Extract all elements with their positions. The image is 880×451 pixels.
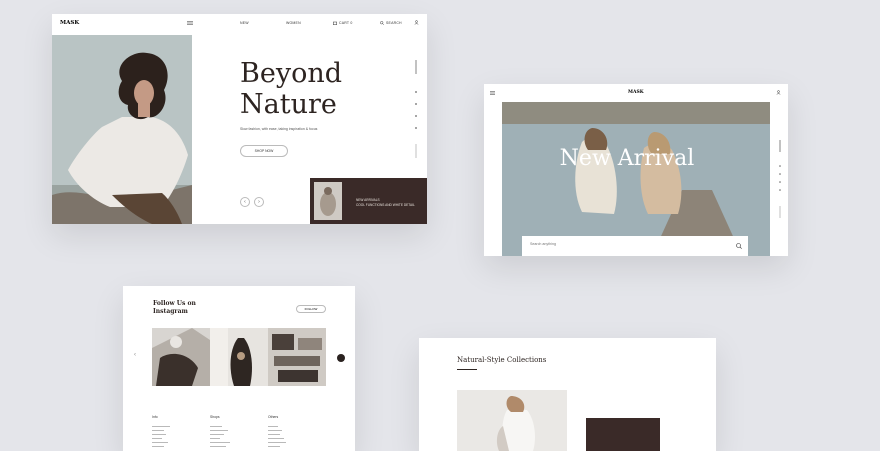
instagram-section-preview: Follow Us on Instagram FOLLOW ‹ Info Sho… <box>123 286 355 451</box>
search-icon[interactable] <box>736 243 742 249</box>
footer-col-shops-heading: Shops <box>210 415 220 419</box>
hero-photo <box>52 35 192 224</box>
slide-indicator <box>778 140 782 225</box>
footer-link[interactable] <box>210 442 230 444</box>
footer-link[interactable] <box>210 426 222 428</box>
footer-link[interactable] <box>268 430 282 432</box>
promo-image <box>314 182 342 220</box>
footer-link[interactable] <box>210 446 226 448</box>
new-arrival-title: New Arrival <box>559 146 695 171</box>
footer-link[interactable] <box>268 434 280 436</box>
nav-search[interactable]: SEARCH <box>386 21 402 25</box>
follow-button[interactable]: FOLLOW <box>296 305 326 313</box>
instagram-photo-2[interactable] <box>210 328 268 386</box>
footer-link[interactable] <box>268 438 284 440</box>
promo-text: NEW ARRIVALS COOL FUNCTIONS AND WHITE DE… <box>356 198 418 208</box>
footer-link[interactable] <box>152 430 164 432</box>
search-icon[interactable] <box>380 21 384 25</box>
menu-icon[interactable] <box>187 21 193 25</box>
instagram-photo-3[interactable] <box>268 328 326 386</box>
instagram-title-line1: Follow Us on <box>153 300 196 307</box>
menu-icon[interactable] <box>490 91 495 95</box>
footer-link[interactable] <box>210 438 220 440</box>
nav-cart[interactable]: CART 0 <box>339 21 353 25</box>
footer-link[interactable] <box>152 434 166 436</box>
collection-banner[interactable] <box>586 418 660 451</box>
footer-link[interactable] <box>152 438 162 440</box>
brand-logo[interactable]: MASK <box>628 90 644 95</box>
brand-logo[interactable]: MASK <box>60 20 79 26</box>
shop-now-button[interactable]: SHOP NOW <box>240 145 288 157</box>
user-icon[interactable] <box>776 90 781 95</box>
new-arrival-page-preview: MASK New Arrival <box>484 84 788 256</box>
search-input[interactable] <box>530 242 710 246</box>
collections-title: Natural-Style Collections <box>457 356 547 364</box>
promo-banner[interactable]: NEW ARRIVALS COOL FUNCTIONS AND WHITE DE… <box>310 178 427 224</box>
footer-col-others-heading: Others <box>268 415 279 419</box>
slide-indicator <box>414 60 418 160</box>
hero-title-line1: Beyond <box>240 58 343 89</box>
nav-new[interactable]: NEW <box>240 21 249 25</box>
hero-title-line2: Nature <box>240 89 337 120</box>
instagram-photo-1[interactable] <box>152 328 210 386</box>
footer-link[interactable] <box>152 446 164 448</box>
hero-page-preview: MASK NEW WOMEN CART 0 SEARCH Beyond Natu… <box>52 14 427 224</box>
nav-women[interactable]: WOMEN <box>286 21 301 25</box>
next-arrow-button[interactable] <box>337 354 345 362</box>
instagram-title-line2: Instagram <box>153 308 188 315</box>
footer-col-info-heading: Info <box>152 415 158 419</box>
instagram-title: Follow Us on Instagram <box>153 300 213 316</box>
hero-title: Beyond Nature <box>240 58 342 120</box>
footer-link[interactable] <box>152 442 168 444</box>
prev-arrow[interactable]: ‹ <box>134 352 136 358</box>
title-underline <box>457 369 477 370</box>
next-slide-button[interactable]: › <box>254 197 264 207</box>
footer-link[interactable] <box>268 426 278 428</box>
hero-subtitle: Slow fashion, with ease, taking inspirat… <box>240 127 318 131</box>
prev-slide-button[interactable]: ‹ <box>240 197 250 207</box>
search-bar[interactable] <box>522 236 748 256</box>
footer-link[interactable] <box>268 446 280 448</box>
collections-section-preview: Natural-Style Collections <box>419 338 716 451</box>
footer-link[interactable] <box>210 434 224 436</box>
promo-line2: COOL FUNCTIONS AND WHITE DETAIL <box>356 203 415 207</box>
footer-link[interactable] <box>152 426 170 428</box>
footer-link[interactable] <box>268 442 286 444</box>
footer-link[interactable] <box>210 430 228 432</box>
new-arrival-photo <box>502 102 770 256</box>
collection-photo[interactable] <box>457 390 567 451</box>
user-icon[interactable] <box>414 20 419 25</box>
top-nav: MASK NEW WOMEN CART 0 SEARCH <box>52 20 427 28</box>
cart-icon[interactable] <box>333 21 337 25</box>
